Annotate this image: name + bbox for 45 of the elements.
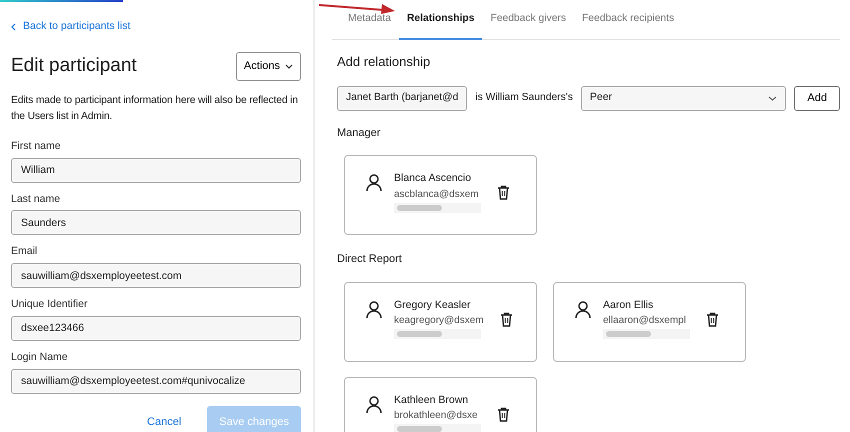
back-link[interactable]: Back to participants list — [11, 19, 130, 35]
group-label: Manager — [337, 126, 382, 140]
field-label: Login Name — [11, 350, 69, 365]
tab[interactable]: Feedback recipients — [574, 0, 682, 40]
field-label: Unique Identifier — [11, 297, 88, 312]
field-label: First name — [11, 138, 62, 154]
cancel-button[interactable]: Cancel — [147, 414, 182, 430]
trash-icon[interactable] — [500, 312, 513, 326]
trash-icon[interactable] — [706, 312, 719, 326]
page-title: Edit participant — [11, 55, 137, 78]
person-email: ellaaron@dsxempl — [603, 314, 687, 328]
tab[interactable]: Feedback givers — [482, 0, 574, 40]
person-name: Gregory Keasler — [394, 298, 472, 312]
text-field[interactable]: sauwilliam@dsxemployeetest.com#qunivocalize — [11, 368, 301, 394]
person-name: Aaron Ellis — [603, 298, 654, 312]
tab[interactable]: Relationships — [398, 0, 482, 40]
field-label: Last name — [11, 192, 62, 207]
caret-icon — [768, 96, 778, 100]
person-email: brokathleen@dsxe — [394, 409, 479, 424]
relationship-dropdown[interactable]: Peer — [580, 86, 786, 110]
person-field[interactable]: Janet Barth (barjanet@d — [337, 86, 468, 110]
trash-icon[interactable] — [497, 185, 510, 200]
description-text: Edits made to participant information here will also be reflected in the Users list in Admin. — [11, 94, 299, 124]
text-field[interactable]: Saunders — [11, 210, 301, 236]
group-label: Direct Report — [337, 252, 403, 267]
text-field[interactable]: William — [11, 158, 301, 183]
caret-icon — [285, 64, 293, 70]
person-email: keagregory@dsxem — [394, 314, 484, 328]
person-icon — [366, 396, 382, 414]
person-icon — [366, 174, 382, 192]
section-heading: Add relationship — [337, 53, 432, 71]
person-name: Blanca Ascencio — [394, 171, 472, 186]
chevron-left-icon — [11, 22, 16, 31]
add-button[interactable]: Add — [794, 86, 840, 110]
trash-icon[interactable] — [497, 406, 510, 422]
connector-text: is William Saunders's — [475, 91, 573, 106]
person-icon — [575, 300, 591, 318]
field-label: Email — [11, 244, 38, 260]
text-field[interactable]: dsxee123466 — [11, 316, 301, 341]
person-name: Kathleen Brown — [394, 392, 470, 408]
actions-button[interactable]: Actions — [236, 52, 301, 81]
tab[interactable]: Metadata — [340, 0, 399, 40]
person-icon — [366, 300, 382, 318]
person-email: ascblanca@dsxem — [394, 188, 480, 202]
text-field[interactable]: sauwilliam@dsxemployeetest.com — [11, 263, 301, 288]
